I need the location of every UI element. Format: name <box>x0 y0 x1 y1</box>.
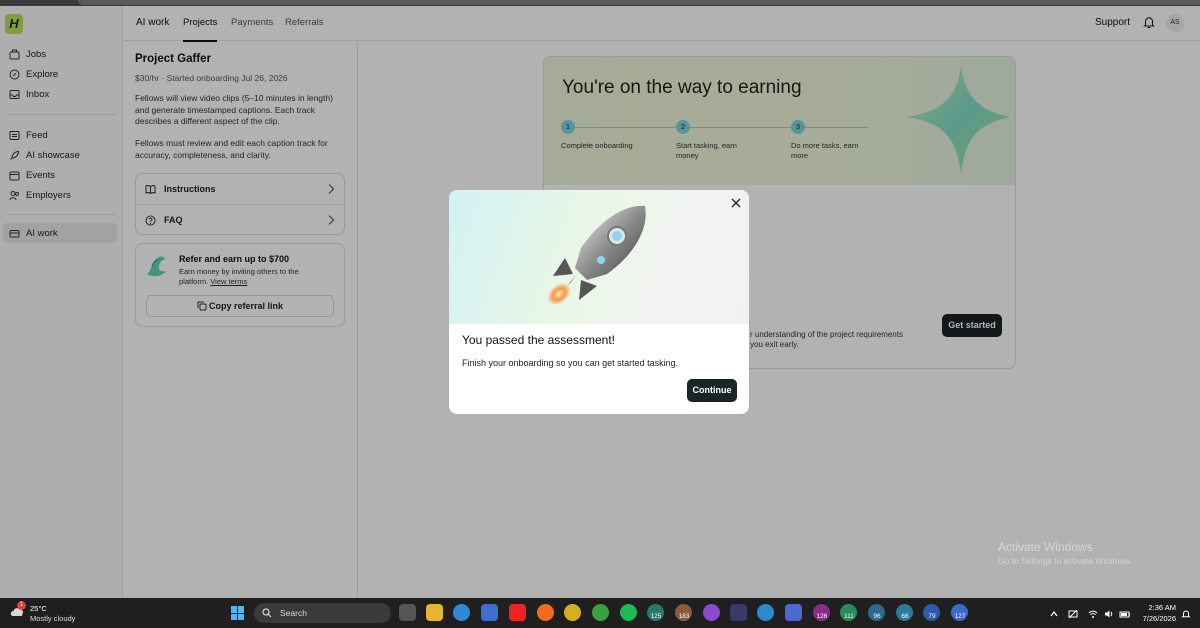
taskbar-badge: 111 <box>844 613 854 620</box>
taskbar-badge: 79 <box>928 613 936 620</box>
search-icon <box>262 608 272 618</box>
app-icon[interactable] <box>785 604 802 621</box>
task-view-icon[interactable] <box>399 604 416 621</box>
chevron-up-icon[interactable] <box>1049 606 1059 617</box>
taskbar-badge: 125 <box>650 613 662 620</box>
dialog-title: You passed the assessment! <box>462 333 615 347</box>
continue-button[interactable]: Continue <box>687 379 737 402</box>
clock-date[interactable]: 7/26/2026 <box>1122 614 1176 623</box>
file-explorer-icon[interactable] <box>426 604 443 621</box>
taskbar-badge: 126 <box>816 613 828 620</box>
volume-icon[interactable] <box>1104 606 1114 618</box>
wifi-icon[interactable] <box>1088 606 1098 618</box>
chrome-icon[interactable] <box>592 604 609 621</box>
taskbar-search[interactable]: Search <box>254 603 391 623</box>
network-off-icon[interactable] <box>1068 606 1078 619</box>
weather-temperature: 25°C <box>30 604 47 613</box>
chrome-profile-icon[interactable] <box>703 604 720 621</box>
assessment-passed-dialog: You passed the assessment! Finish your o… <box>449 190 749 414</box>
app-icon[interactable] <box>757 604 774 621</box>
notifications-bell-icon[interactable] <box>1181 606 1191 618</box>
store-icon[interactable] <box>481 604 498 621</box>
windows-taskbar: 1 25°C Mostly cloudy Search 125 183 126 … <box>0 598 1200 628</box>
taskbar-badge: 96 <box>873 613 881 620</box>
clock-time[interactable]: 2:36 AM <box>1136 603 1176 612</box>
app-icon[interactable] <box>564 604 581 621</box>
taskbar-badge: 183 <box>678 613 690 620</box>
weather-description: Mostly cloudy <box>30 614 76 623</box>
spotify-icon[interactable] <box>620 604 637 621</box>
dialog-hero <box>449 190 749 324</box>
activate-windows-title: Activate Windows <box>998 540 1093 554</box>
windows-start-icon[interactable] <box>231 606 245 620</box>
activate-windows-text: Go to Settings to activate Windows. <box>998 556 1133 566</box>
app-icon[interactable] <box>730 604 747 621</box>
close-icon[interactable] <box>730 196 742 208</box>
taskbar-badge: 127 <box>954 613 966 620</box>
youtube-icon[interactable] <box>509 604 526 621</box>
rocket-illustration <box>545 198 655 308</box>
taskbar-badge: 66 <box>901 613 909 620</box>
firefox-icon[interactable] <box>537 604 554 621</box>
edge-browser-icon[interactable] <box>453 604 470 621</box>
dialog-text: Finish your onboarding so you can get st… <box>462 358 679 368</box>
notification-badge: 1 <box>17 601 26 610</box>
